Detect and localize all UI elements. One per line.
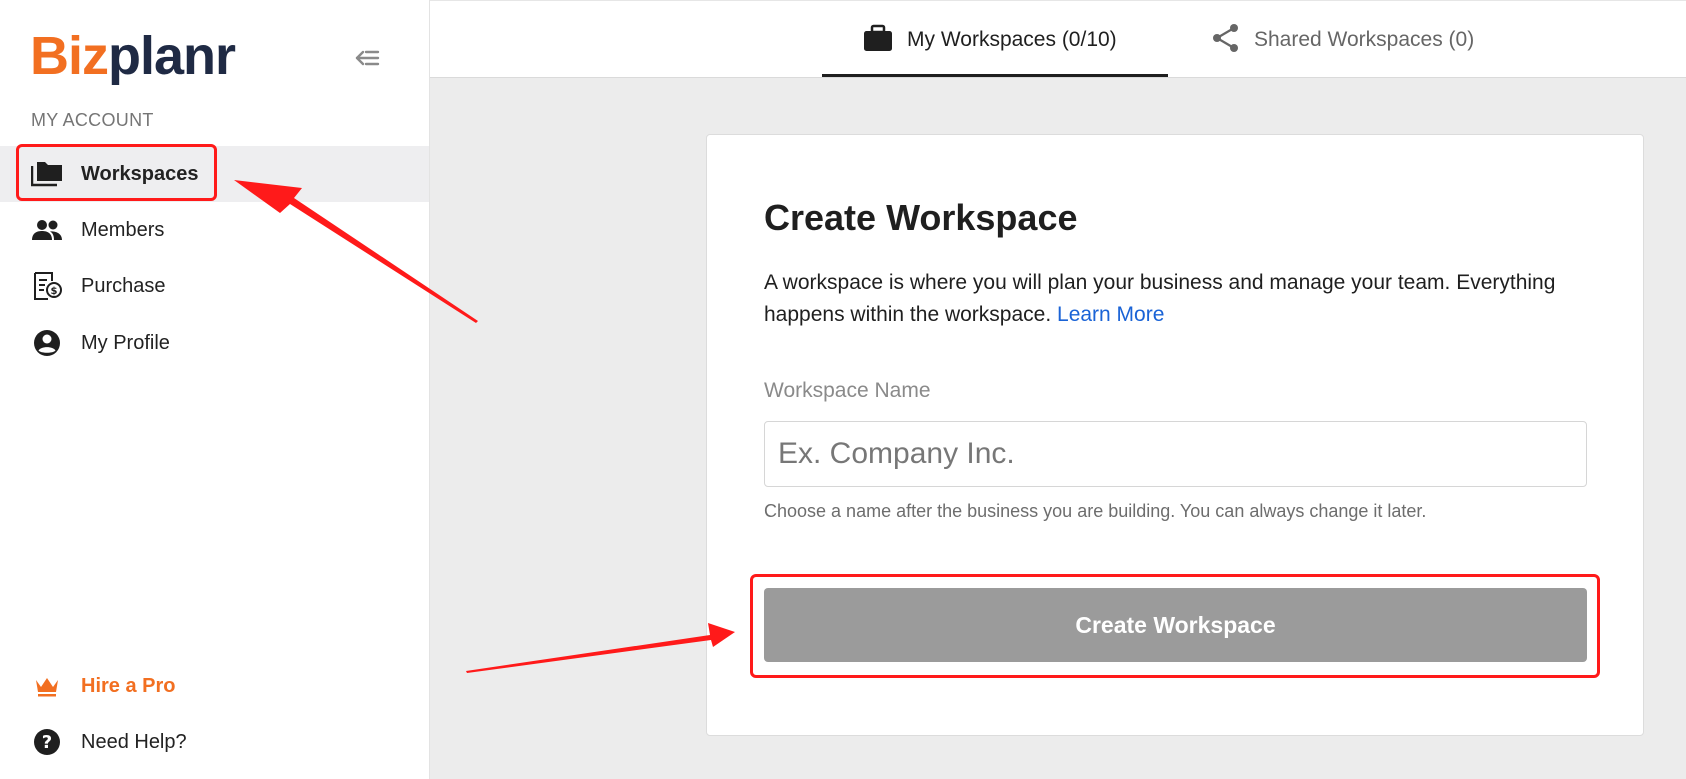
account-circle-icon bbox=[31, 328, 63, 358]
tab-label: Shared Workspaces (0) bbox=[1254, 28, 1475, 51]
sidebar-item-hire-a-pro[interactable]: Hire a Pro bbox=[0, 658, 429, 714]
sidebar-item-label: Members bbox=[81, 218, 165, 241]
sidebar-item-label: Need Help? bbox=[81, 730, 187, 753]
receipt-icon: $ bbox=[31, 271, 63, 301]
sidebar-item-label: Hire a Pro bbox=[81, 674, 176, 697]
workspace-tabs: My Workspaces (0/10) Shared Workspaces (… bbox=[430, 0, 1686, 78]
tab-shared-workspaces[interactable]: Shared Workspaces (0) bbox=[1212, 1, 1474, 79]
logo-text-biz: Biz bbox=[30, 26, 109, 86]
tab-my-workspaces[interactable]: My Workspaces (0/10) bbox=[863, 1, 1117, 79]
sidebar-item-workspaces[interactable]: Workspaces bbox=[0, 146, 429, 202]
workspace-name-label: Workspace Name bbox=[764, 379, 931, 402]
bizplanr-logo[interactable]: Bizplanr bbox=[30, 22, 236, 90]
create-workspace-card: Create Workspace A workspace is where yo… bbox=[706, 134, 1644, 736]
sidebar-item-label: Purchase bbox=[81, 274, 166, 297]
svg-text:$: $ bbox=[51, 286, 58, 297]
learn-more-link[interactable]: Learn More bbox=[1057, 303, 1164, 326]
crown-icon bbox=[31, 671, 63, 701]
card-title: Create Workspace bbox=[764, 197, 1078, 238]
folder-icon bbox=[31, 159, 63, 189]
sidebar-item-my-profile[interactable]: My Profile bbox=[0, 315, 429, 371]
logo-text-planr: planr bbox=[108, 26, 236, 86]
briefcase-icon bbox=[863, 24, 893, 57]
create-workspace-button[interactable]: Create Workspace bbox=[764, 588, 1587, 662]
section-label-my-account: MY ACCOUNT bbox=[31, 110, 154, 130]
people-icon bbox=[31, 215, 63, 245]
share-icon bbox=[1212, 23, 1240, 58]
sidebar-item-label: My Profile bbox=[81, 331, 170, 354]
workspace-name-input[interactable] bbox=[764, 421, 1587, 487]
help-icon: ? bbox=[31, 727, 63, 757]
active-tab-indicator bbox=[822, 74, 1168, 77]
sidebar-item-members[interactable]: Members bbox=[0, 202, 429, 258]
tab-label: My Workspaces (0/10) bbox=[907, 28, 1117, 51]
sidebar: Bizplanr MY ACCOUNT Workspaces Members $… bbox=[0, 0, 430, 779]
sidebar-item-need-help[interactable]: ? Need Help? bbox=[0, 714, 429, 770]
card-description: A workspace is where you will plan your … bbox=[764, 267, 1594, 331]
sidebar-item-label: Workspaces bbox=[81, 162, 199, 185]
svg-text:?: ? bbox=[42, 732, 52, 753]
main-content: My Workspaces (0/10) Shared Workspaces (… bbox=[430, 0, 1686, 779]
collapse-sidebar-icon[interactable] bbox=[352, 44, 382, 72]
workspace-name-help-text: Choose a name after the business you are… bbox=[764, 501, 1427, 521]
sidebar-item-purchase[interactable]: $ Purchase bbox=[0, 258, 429, 314]
